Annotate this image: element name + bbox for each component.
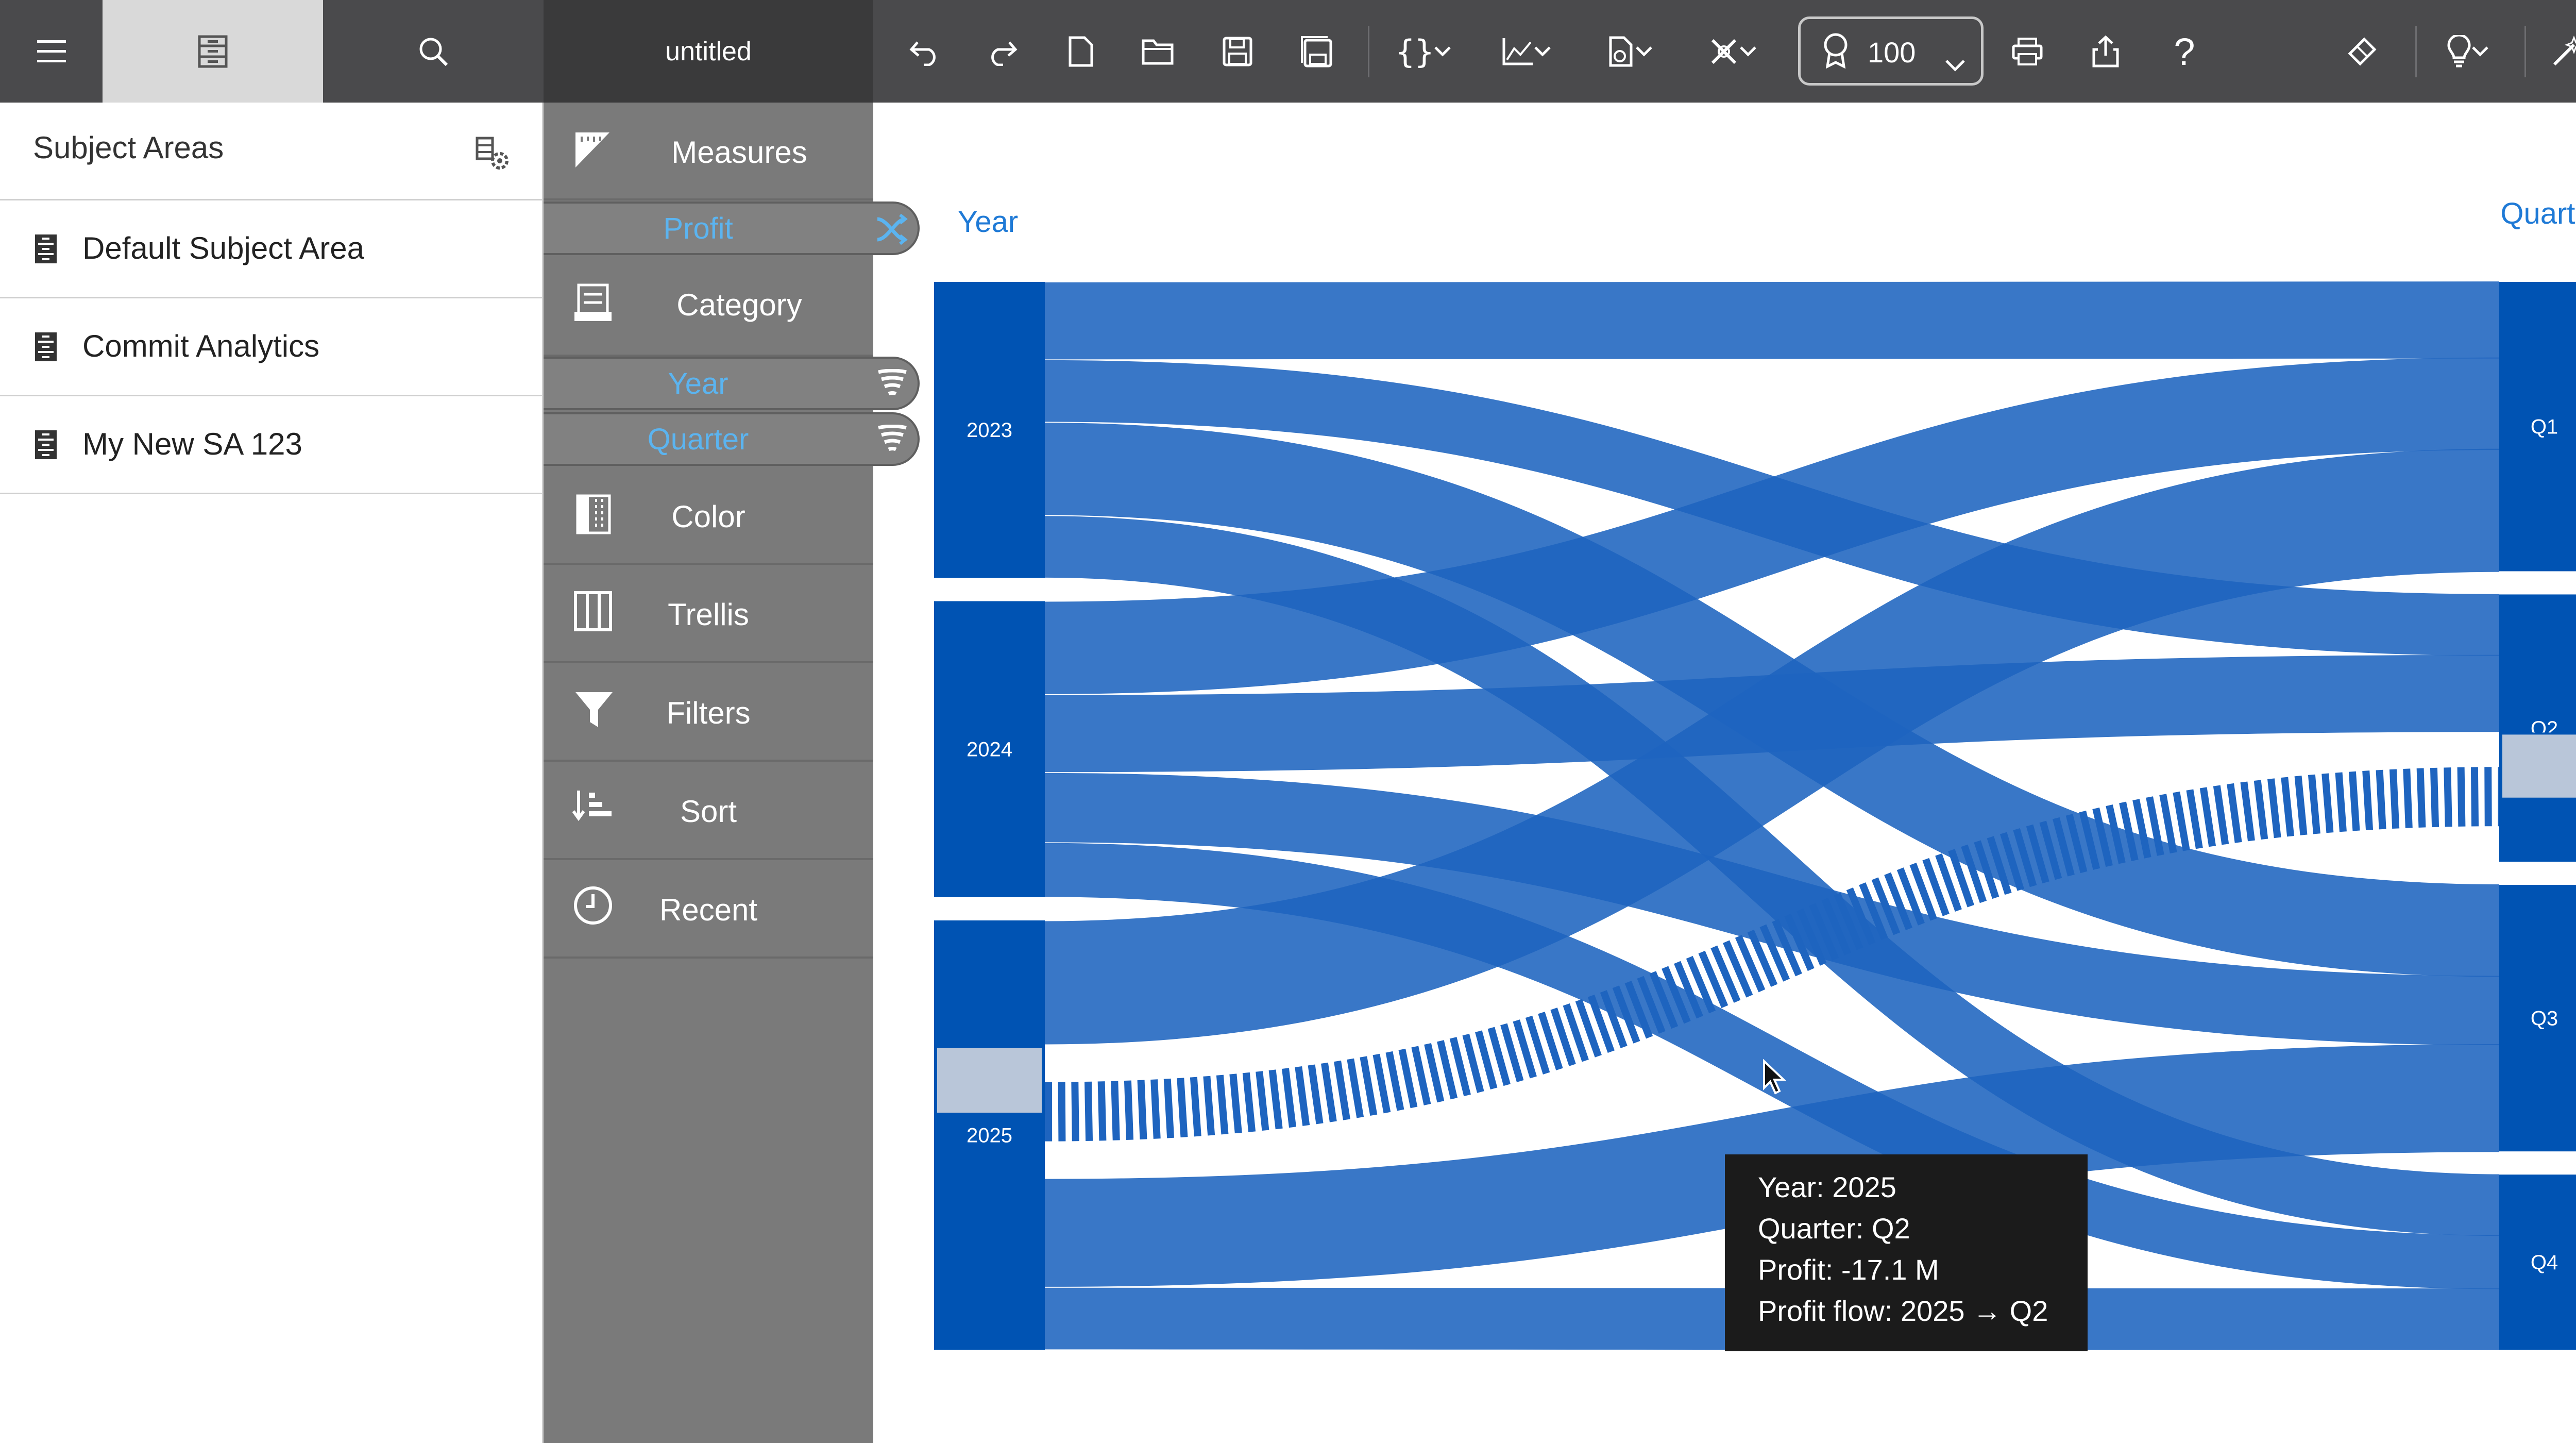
redo-icon[interactable]: [981, 31, 1023, 72]
database-icon: [33, 330, 59, 366]
node-label-Q1: Q1: [2531, 416, 2558, 439]
category-section[interactable]: Category: [544, 256, 873, 357]
category-pill-quarter[interactable]: Quarter: [544, 412, 920, 466]
node-highlight-2025: [935, 1046, 1044, 1115]
pill-label: Quarter: [647, 422, 749, 456]
help-icon[interactable]: ?: [2164, 30, 2205, 73]
zoom-control[interactable]: 100: [1798, 16, 1984, 86]
node-label-2025: 2025: [967, 1124, 1012, 1147]
print-icon[interactable]: [2007, 31, 2048, 72]
subject-area-settings-icon[interactable]: [475, 136, 511, 175]
auto-insight-icon: [2551, 36, 2576, 68]
measure-pill-profit[interactable]: Profit: [544, 202, 920, 255]
subject-area-label: Default Subject Area: [82, 231, 365, 265]
filters-label: Filters: [666, 696, 751, 730]
chevron-down-icon: [2471, 46, 2489, 57]
menu-icon[interactable]: [0, 0, 103, 103]
chevron-down-icon: [1739, 46, 1757, 57]
tools-icon: [1708, 36, 1739, 67]
category-label: Category: [676, 288, 802, 322]
chart-tooltip: Year: 2025 Quarter: Q2 Profit: -17.1 M P…: [1725, 1154, 2088, 1351]
link-2023-Q1[interactable]: [1044, 281, 2500, 360]
zoom-value: 100: [1868, 36, 1916, 69]
tooltip-year: Year: 2025: [1758, 1171, 1896, 1203]
subject-area-label: Commit Analytics: [82, 329, 320, 363]
save-icon[interactable]: [1217, 31, 1258, 72]
chevron-down-icon: [1635, 46, 1653, 57]
tooltip-quarter: Quarter: Q2: [1758, 1212, 1910, 1245]
chart-type-icon: [1502, 37, 1534, 66]
auto-insight-menu[interactable]: [2543, 31, 2576, 72]
undo-icon[interactable]: [904, 31, 945, 72]
mouse-cursor-icon: [1762, 1059, 1788, 1098]
code-icon: {}: [1395, 32, 1434, 71]
measures-section[interactable]: Measures: [544, 103, 873, 200]
new-icon[interactable]: [1060, 31, 1101, 72]
subject-area-item[interactable]: Commit Analytics: [0, 298, 544, 396]
badge-icon: [1822, 32, 1849, 75]
chevron-down-icon: [1534, 46, 1551, 57]
category-pill-year[interactable]: Year: [544, 357, 920, 410]
measures-label: Measures: [671, 135, 807, 170]
trellis-section[interactable]: Trellis: [544, 565, 873, 663]
pill-label: Year: [668, 366, 728, 400]
node-label-2024: 2024: [967, 739, 1012, 761]
sort-section[interactable]: Sort: [544, 762, 873, 860]
toolbar-divider: [2415, 26, 2417, 77]
data-panel-icon: [197, 35, 228, 69]
export-icon: [1606, 36, 1635, 68]
subject-area-item[interactable]: Default Subject Area: [0, 200, 544, 298]
lightbulb-icon: [2447, 35, 2471, 68]
share-icon[interactable]: [2085, 31, 2126, 72]
trellis-label: Trellis: [668, 597, 749, 632]
database-icon: [33, 428, 59, 464]
tooltip-flow: Profit flow: 2025 → Q2: [1758, 1295, 2048, 1327]
pill-label: Profit: [663, 211, 733, 245]
toolbar-divider: [2524, 26, 2526, 77]
chevron-down-icon: [1945, 45, 1965, 78]
code-menu[interactable]: {}: [1390, 31, 1457, 72]
tooltip-profit: Profit: -17.1 M: [1758, 1253, 1939, 1286]
toolbar-divider: [1368, 26, 1369, 77]
node-highlight-Q2: [2500, 732, 2576, 800]
search-tab[interactable]: [323, 0, 544, 103]
subject-area-item[interactable]: My New SA 123: [0, 396, 544, 494]
data-panel-tab[interactable]: [103, 0, 323, 103]
node-label-Q4: Q4: [2531, 1251, 2558, 1274]
recent-section[interactable]: Recent: [544, 860, 873, 959]
subject-area-label: My New SA 123: [82, 427, 302, 461]
open-icon[interactable]: [1137, 31, 1178, 72]
database-icon: [33, 232, 59, 268]
save-as-icon[interactable]: [1296, 31, 1337, 72]
subject-areas-heading: Subject Areas: [33, 130, 224, 165]
color-label: Color: [671, 499, 745, 534]
insights-menu[interactable]: [2434, 31, 2501, 72]
document-title[interactable]: untitled: [544, 0, 873, 103]
search-icon: [418, 36, 449, 67]
export-menu[interactable]: [1596, 31, 1663, 72]
node-label-Q3: Q3: [2531, 1008, 2558, 1030]
filters-section[interactable]: Filters: [544, 663, 873, 762]
tools-menu[interactable]: [1699, 31, 1766, 72]
node-label-2023: 2023: [967, 419, 1012, 442]
brush-icon[interactable]: [2342, 31, 2383, 72]
recent-label: Recent: [659, 893, 758, 927]
chevron-down-icon: [1434, 46, 1451, 57]
color-section[interactable]: Color: [544, 467, 873, 565]
chart-type-menu[interactable]: [1493, 31, 1560, 72]
sort-label: Sort: [680, 794, 737, 829]
